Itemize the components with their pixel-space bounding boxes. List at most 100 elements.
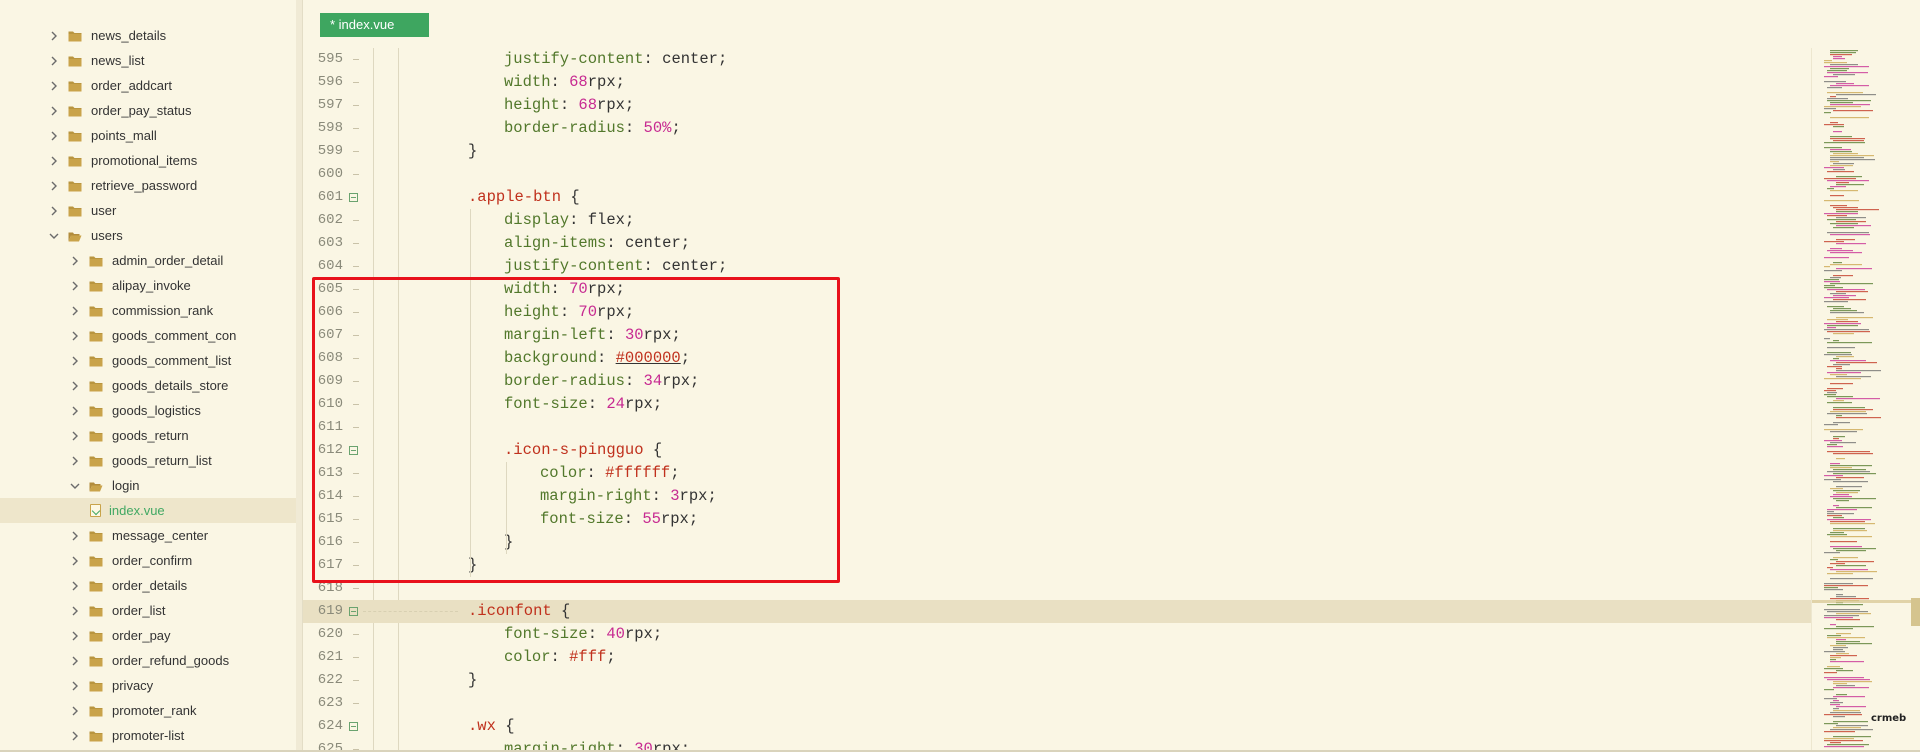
tree-item-label: order_refund_goods	[112, 653, 230, 668]
chevron-right-icon[interactable]	[69, 255, 81, 267]
chevron-right-icon[interactable]	[48, 180, 60, 192]
chevron-right-icon[interactable]	[48, 105, 60, 117]
minimap-slider[interactable]	[1911, 598, 1920, 626]
chevron-right-icon[interactable]	[69, 455, 81, 467]
code-line[interactable]: 600	[303, 163, 1811, 186]
chevron-right-icon[interactable]	[69, 305, 81, 317]
folder-item[interactable]: order_addcart	[0, 73, 296, 98]
folder-item[interactable]: login	[0, 473, 296, 498]
code-text: height: 68rpx;	[504, 94, 634, 117]
folder-item[interactable]: goods_return	[0, 423, 296, 448]
folder-item[interactable]: goods_logistics	[0, 398, 296, 423]
folder-item[interactable]: news_details	[0, 23, 296, 48]
folder-item[interactable]: user	[0, 198, 296, 223]
chevron-right-icon[interactable]	[48, 80, 60, 92]
chevron-down-icon[interactable]	[69, 480, 81, 492]
folder-item[interactable]: admin_order_detail	[0, 248, 296, 273]
folder-item[interactable]: goods_details_store	[0, 373, 296, 398]
fold-collapse-icon[interactable]	[349, 607, 358, 616]
code-token: :	[569, 211, 588, 229]
minimap-line	[1833, 400, 1844, 402]
chevron-right-icon[interactable]	[48, 55, 60, 67]
chevron-right-icon[interactable]	[48, 205, 60, 217]
chevron-right-icon[interactable]	[69, 555, 81, 567]
minimap-line	[1827, 515, 1842, 517]
line-number: 598	[317, 120, 343, 136]
folder-item[interactable]: goods_comment_list	[0, 348, 296, 373]
minimap-line	[1830, 661, 1864, 663]
folder-item[interactable]: order_refund_goods	[0, 648, 296, 673]
chevron-down-icon[interactable]	[48, 230, 60, 242]
minimap-line	[1827, 513, 1854, 515]
code-line[interactable]: 601 .apple-btn {	[303, 186, 1811, 209]
folder-item[interactable]: order_pay	[0, 623, 296, 648]
chevron-right-icon[interactable]	[69, 630, 81, 642]
minimap[interactable]	[1811, 48, 1920, 752]
minimap-line	[1824, 112, 1831, 114]
code-line[interactable]: 598 border-radius: 50%;	[303, 117, 1811, 140]
folder-item[interactable]: alipay_invoke	[0, 273, 296, 298]
code-line[interactable]: 622}	[303, 669, 1811, 692]
code-line[interactable]: 621 color: #fff;	[303, 646, 1811, 669]
folder-item[interactable]: message_center	[0, 523, 296, 548]
folder-item[interactable]: commission_rank	[0, 298, 296, 323]
folder-item[interactable]: users	[0, 223, 296, 248]
folder-item[interactable]: promoter-list	[0, 723, 296, 748]
chevron-right-icon[interactable]	[69, 355, 81, 367]
code-text: .iconfont {	[468, 600, 570, 623]
minimap-line	[1827, 352, 1851, 354]
fold-guide-tick	[353, 128, 359, 129]
file-item[interactable]: index.vue	[0, 498, 296, 523]
code-token: display	[504, 211, 570, 229]
chevron-right-icon[interactable]	[48, 155, 60, 167]
folder-item[interactable]: order_list	[0, 598, 296, 623]
chevron-right-icon[interactable]	[69, 405, 81, 417]
chevron-right-icon[interactable]	[69, 430, 81, 442]
code-line[interactable]: 604 justify-content: center;	[303, 255, 1811, 278]
code-line[interactable]: 595 justify-content: center;	[303, 48, 1811, 71]
chevron-right-icon[interactable]	[48, 130, 60, 142]
minimap-line	[1830, 85, 1869, 87]
folder-item[interactable]: order_details	[0, 573, 296, 598]
folder-item[interactable]: goods_comment_con	[0, 323, 296, 348]
folder-item[interactable]: promotional_items	[0, 148, 296, 173]
chevron-right-icon[interactable]	[69, 730, 81, 742]
chevron-right-icon[interactable]	[69, 655, 81, 667]
minimap-line	[1830, 155, 1874, 157]
folder-item[interactable]: retrieve_password	[0, 173, 296, 198]
tab-index-vue[interactable]: * index.vue	[320, 13, 429, 37]
folder-item[interactable]: order_confirm	[0, 548, 296, 573]
fold-collapse-icon[interactable]	[349, 193, 358, 202]
folder-item[interactable]: privacy	[0, 673, 296, 698]
code-line[interactable]: 597 height: 68rpx;	[303, 94, 1811, 117]
chevron-right-icon[interactable]	[69, 530, 81, 542]
fold-collapse-icon[interactable]	[349, 722, 358, 731]
code-line[interactable]: 623	[303, 692, 1811, 715]
minimap-line	[1830, 431, 1857, 433]
code-token: ;	[717, 50, 728, 68]
chevron-right-icon[interactable]	[48, 30, 60, 42]
chevron-right-icon[interactable]	[69, 380, 81, 392]
chevron-right-icon[interactable]	[69, 330, 81, 342]
code-line[interactable]: 602 display: flex;	[303, 209, 1811, 232]
chevron-right-icon[interactable]	[69, 680, 81, 692]
code-line[interactable]: 619 .iconfont {	[303, 600, 1811, 623]
chevron-right-icon[interactable]	[69, 280, 81, 292]
minimap-line	[1833, 481, 1868, 483]
folder-item[interactable]: promoter_rank	[0, 698, 296, 723]
code-line[interactable]: 624 .wx {	[303, 715, 1811, 738]
folder-item[interactable]: order_pay_status	[0, 98, 296, 123]
code-line[interactable]: 596 width: 68rpx;	[303, 71, 1811, 94]
chevron-right-icon[interactable]	[69, 605, 81, 617]
folder-item[interactable]: goods_return_list	[0, 448, 296, 473]
minimap-line	[1827, 188, 1834, 190]
code-text: width: 68rpx;	[504, 71, 625, 94]
folder-item[interactable]: points_mall	[0, 123, 296, 148]
chevron-right-icon[interactable]	[69, 705, 81, 717]
code-line[interactable]: 603 align-items: center;	[303, 232, 1811, 255]
code-line[interactable]: 620 font-size: 40rpx;	[303, 623, 1811, 646]
folder-item[interactable]: news_list	[0, 48, 296, 73]
chevron-right-icon[interactable]	[69, 580, 81, 592]
fold-guide-tick	[353, 680, 359, 681]
code-line[interactable]: 599}	[303, 140, 1811, 163]
